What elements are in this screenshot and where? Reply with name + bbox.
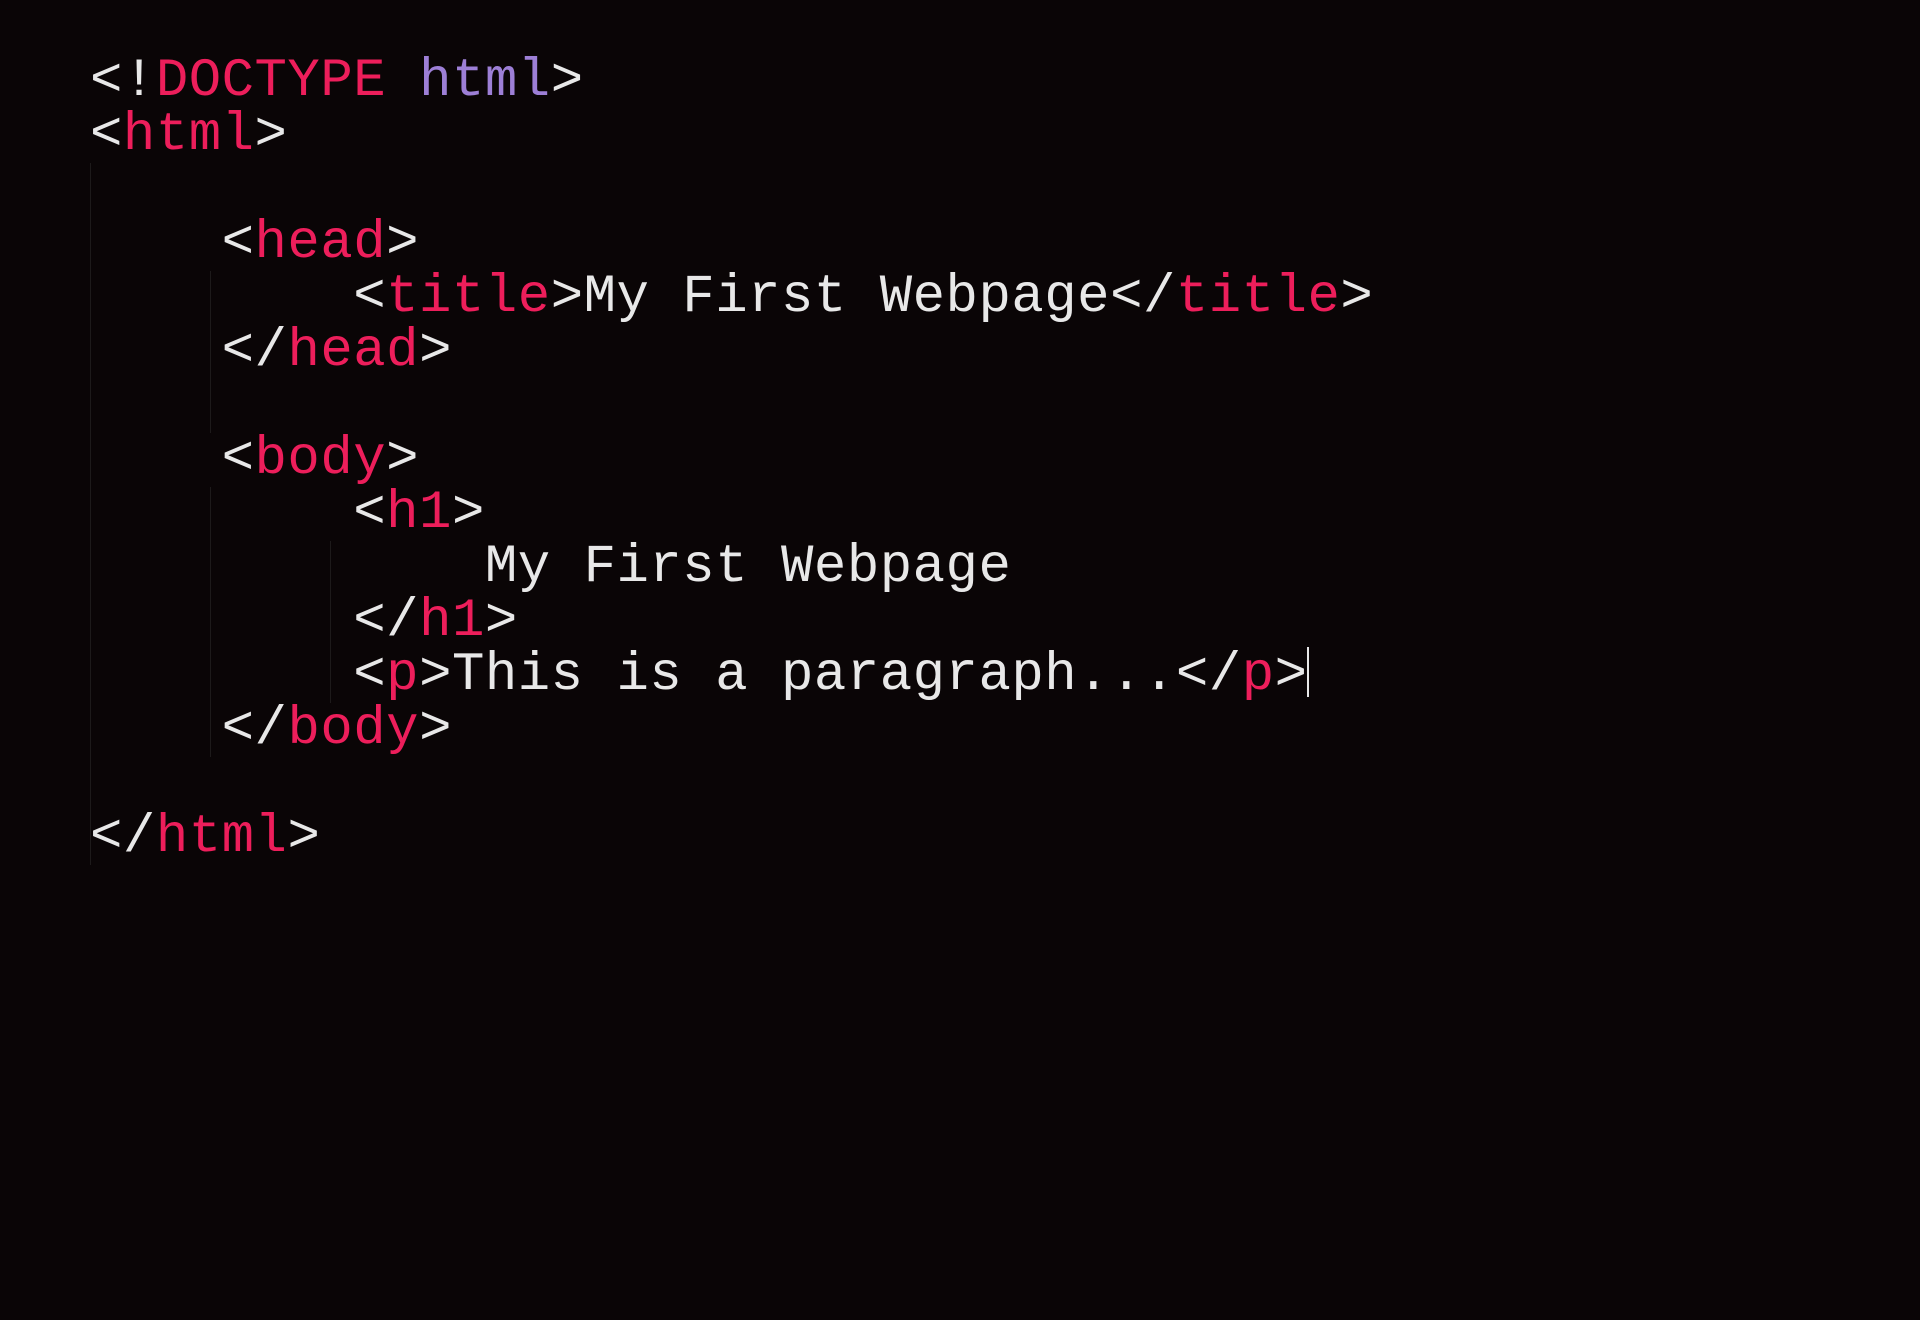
indent bbox=[90, 321, 222, 382]
tag-title: title bbox=[386, 267, 551, 328]
bracket-open: < bbox=[353, 591, 386, 652]
code-line[interactable]: <p>This is a paragraph...</p> bbox=[90, 649, 1920, 703]
indent bbox=[90, 645, 353, 706]
code-editor[interactable]: <!DOCTYPE html> <html> <head> <title>My … bbox=[90, 55, 1920, 865]
tag-title-close: title bbox=[1176, 267, 1341, 328]
exclaim: ! bbox=[123, 51, 156, 112]
bracket-close: > bbox=[419, 645, 452, 706]
code-line[interactable]: </body> bbox=[90, 703, 1920, 757]
bracket-close: > bbox=[419, 699, 452, 760]
indent bbox=[90, 429, 222, 490]
text-cursor bbox=[1307, 647, 1309, 697]
bracket-close: > bbox=[419, 321, 452, 382]
space bbox=[386, 51, 419, 112]
tag-html-close: html bbox=[156, 807, 288, 868]
code-line[interactable]: <head> bbox=[90, 217, 1920, 271]
code-line[interactable]: </head> bbox=[90, 325, 1920, 379]
code-line[interactable]: </h1> bbox=[90, 595, 1920, 649]
bracket-open: < bbox=[1110, 267, 1143, 328]
bracket-open: < bbox=[353, 267, 386, 328]
tag-body-close: body bbox=[287, 699, 419, 760]
code-line[interactable]: <!DOCTYPE html> bbox=[90, 55, 1920, 109]
bracket-open: < bbox=[90, 105, 123, 166]
bracket-open: < bbox=[353, 645, 386, 706]
indent bbox=[90, 213, 222, 274]
tag-h1-close: h1 bbox=[419, 591, 485, 652]
bracket-close: > bbox=[255, 105, 288, 166]
bracket-open: < bbox=[353, 483, 386, 544]
tag-h1: h1 bbox=[386, 483, 452, 544]
doctype-keyword: DOCTYPE bbox=[156, 51, 386, 112]
bracket-open: < bbox=[222, 213, 255, 274]
bracket-close: > bbox=[287, 807, 320, 868]
code-line[interactable] bbox=[90, 757, 1920, 811]
code-line[interactable]: <title>My First Webpage</title> bbox=[90, 271, 1920, 325]
indent bbox=[90, 591, 353, 652]
slash: / bbox=[255, 699, 288, 760]
code-line[interactable]: </html> bbox=[90, 811, 1920, 865]
bracket-open: < bbox=[90, 807, 123, 868]
h1-text: My First Webpage bbox=[485, 537, 1011, 598]
indent bbox=[90, 537, 485, 598]
indent bbox=[90, 699, 222, 760]
code-line[interactable]: <h1> bbox=[90, 487, 1920, 541]
bracket-close: > bbox=[551, 267, 584, 328]
bracket-close: > bbox=[551, 51, 584, 112]
tag-p-close: p bbox=[1242, 645, 1275, 706]
bracket-open: < bbox=[1176, 645, 1209, 706]
code-line[interactable]: <body> bbox=[90, 433, 1920, 487]
title-text: My First Webpage bbox=[584, 267, 1110, 328]
bracket-close: > bbox=[386, 429, 419, 490]
tag-head-close: head bbox=[287, 321, 419, 382]
bracket-open: < bbox=[222, 429, 255, 490]
doctype-value: html bbox=[419, 51, 551, 112]
bracket-open: < bbox=[222, 321, 255, 382]
code-line[interactable] bbox=[90, 379, 1920, 433]
indent bbox=[90, 267, 353, 328]
code-line[interactable] bbox=[90, 163, 1920, 217]
p-text: This is a paragraph... bbox=[452, 645, 1176, 706]
bracket-close: > bbox=[1340, 267, 1373, 328]
slash: / bbox=[1209, 645, 1242, 706]
bracket-close: > bbox=[452, 483, 485, 544]
bracket-close: > bbox=[386, 213, 419, 274]
code-line[interactable]: <html> bbox=[90, 109, 1920, 163]
indent bbox=[90, 483, 353, 544]
slash: / bbox=[255, 321, 288, 382]
slash: / bbox=[1143, 267, 1176, 328]
bracket-open: < bbox=[90, 51, 123, 112]
tag-head: head bbox=[255, 213, 387, 274]
tag-body: body bbox=[255, 429, 387, 490]
tag-html: html bbox=[123, 105, 255, 166]
bracket-close: > bbox=[485, 591, 518, 652]
tag-p: p bbox=[386, 645, 419, 706]
bracket-close: > bbox=[1275, 645, 1308, 706]
code-line[interactable]: My First Webpage bbox=[90, 541, 1920, 595]
slash: / bbox=[123, 807, 156, 868]
slash: / bbox=[386, 591, 419, 652]
bracket-open: < bbox=[222, 699, 255, 760]
